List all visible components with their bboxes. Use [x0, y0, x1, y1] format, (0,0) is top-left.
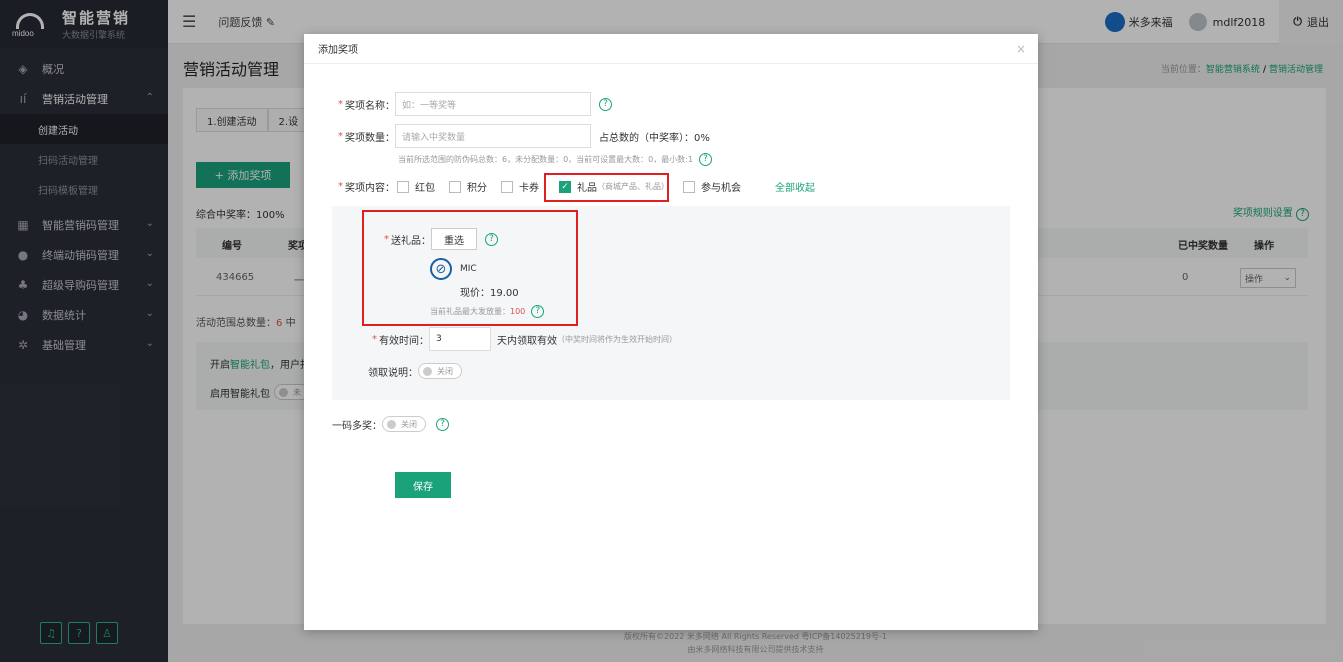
claim-desc-toggle[interactable]: 关闭 [418, 363, 462, 379]
help-icon[interactable]: ? [436, 417, 449, 431]
highlight-gift-panel [362, 210, 578, 326]
multi-prize-label: 一码多奖： [332, 420, 382, 432]
prize-name-label: 奖项名称： [345, 100, 395, 112]
prize-name-input[interactable]: 如：一等奖等 [395, 92, 591, 116]
close-icon[interactable]: × [1016, 42, 1026, 56]
ratio-text: 占总数的（中奖率）：0% [599, 132, 710, 144]
valid-time-label: 有效时间： [379, 335, 429, 347]
prize-qty-label: 奖项数量： [345, 132, 395, 144]
claim-desc-label: 领取说明： [368, 367, 418, 379]
help-icon[interactable]: ? [599, 97, 612, 111]
dialog-title: 添加奖项 [304, 34, 1038, 64]
option-coupon[interactable]: 卡券 [501, 179, 539, 194]
valid-hint: （中奖时间将作为生效开始时间） [557, 334, 677, 344]
save-button[interactable]: 保存 [395, 472, 451, 498]
prize-content-label: 奖项内容： [345, 183, 395, 194]
qty-hint: 当前所选范围的防伪码总数：6，未分配数量：0，当前可设置最大数：0，最小数:1 [398, 155, 694, 164]
help-icon[interactable]: ? [699, 153, 713, 166]
collapse-all-link[interactable]: 全部收起 [775, 179, 815, 194]
valid-text: 天内领取有效 [497, 335, 557, 347]
option-points[interactable]: 积分 [449, 179, 487, 194]
valid-days-input[interactable]: 3 [429, 327, 491, 351]
prize-qty-input[interactable]: 请输入中奖数量 [395, 124, 591, 148]
option-redpacket[interactable]: 红包 [397, 179, 435, 194]
option-chance[interactable]: 参与机会 [683, 179, 741, 194]
highlight-gift-option [544, 173, 669, 202]
add-prize-dialog: 添加奖项 × * 奖项名称： 如：一等奖等 ? * 奖项数量： 请输入中奖数量 占总… [304, 34, 1038, 630]
multi-prize-toggle[interactable]: 关闭 [382, 416, 426, 432]
